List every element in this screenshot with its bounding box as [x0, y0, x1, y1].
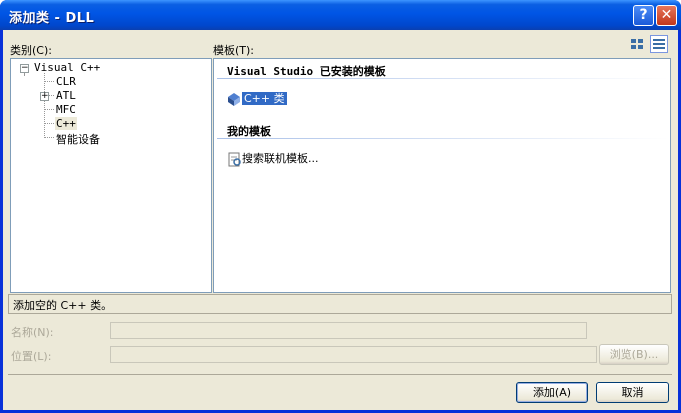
- collapse-icon[interactable]: −: [20, 64, 29, 73]
- browse-button[interactable]: 浏览(B)...: [599, 344, 669, 365]
- name-label: 名称(N):: [11, 326, 54, 339]
- small-icons-view-button[interactable]: [650, 35, 668, 53]
- large-icons-icon: [631, 39, 643, 49]
- my-templates-header: 我的模板: [227, 125, 271, 138]
- categories-label: 类别(C):: [10, 44, 52, 57]
- help-button[interactable]: ?: [633, 5, 654, 26]
- description-bar: 添加空的 C++ 类。: [8, 294, 672, 314]
- installed-templates-header: Visual Studio 已安装的模板: [227, 65, 386, 78]
- template-item-search-online[interactable]: 搜索联机模板...: [228, 150, 319, 167]
- search-online-icon: [228, 152, 241, 167]
- location-label: 位置(L):: [11, 350, 52, 363]
- large-icons-view-button[interactable]: [628, 35, 646, 53]
- description-text: 添加空的 C++ 类。: [13, 299, 113, 312]
- templates-list[interactable]: Visual Studio 已安装的模板 C++ 类 我的模板 搜索联机模板..…: [213, 58, 671, 293]
- cancel-button[interactable]: 取消: [596, 382, 669, 403]
- name-input[interactable]: [110, 322, 587, 339]
- separator: [8, 374, 672, 375]
- help-icon: ?: [639, 7, 648, 23]
- tree-item-smart-device[interactable]: 智能设备: [56, 131, 100, 147]
- location-input[interactable]: [110, 346, 597, 363]
- categories-tree[interactable]: − Visual C++ CLR + ATL MFC C++ 智能设备: [10, 58, 212, 293]
- template-item-label: C++ 类: [242, 92, 287, 105]
- close-button[interactable]: ✕: [656, 5, 677, 26]
- list-view-icon: [653, 39, 665, 49]
- tree-item-mfc[interactable]: MFC: [56, 103, 76, 116]
- window-title: 添加类 - DLL: [9, 11, 95, 26]
- cpp-class-icon: [228, 93, 240, 106]
- templates-label: 模板(T):: [213, 44, 255, 57]
- tree-item-atl[interactable]: ATL: [56, 89, 76, 102]
- dialog-client: 类别(C): − Visual C++ CLR + ATL MFC C++ 智能…: [3, 30, 678, 410]
- tree-item-cpp[interactable]: C++: [55, 117, 77, 130]
- expand-icon[interactable]: +: [40, 92, 49, 101]
- add-button[interactable]: 添加(A): [516, 382, 588, 403]
- tree-item-visual-cpp[interactable]: Visual C++: [34, 61, 100, 74]
- close-icon: ✕: [660, 7, 673, 23]
- template-item-label: 搜索联机模板...: [242, 152, 319, 165]
- tree-item-clr[interactable]: CLR: [56, 75, 76, 88]
- template-item-cpp-class[interactable]: C++ 类: [226, 90, 287, 107]
- title-bar[interactable]: 添加类 - DLL ? ✕: [0, 0, 681, 30]
- dialog-window: 添加类 - DLL ? ✕ 类别(C): − Visual C++ CLR + …: [0, 0, 681, 413]
